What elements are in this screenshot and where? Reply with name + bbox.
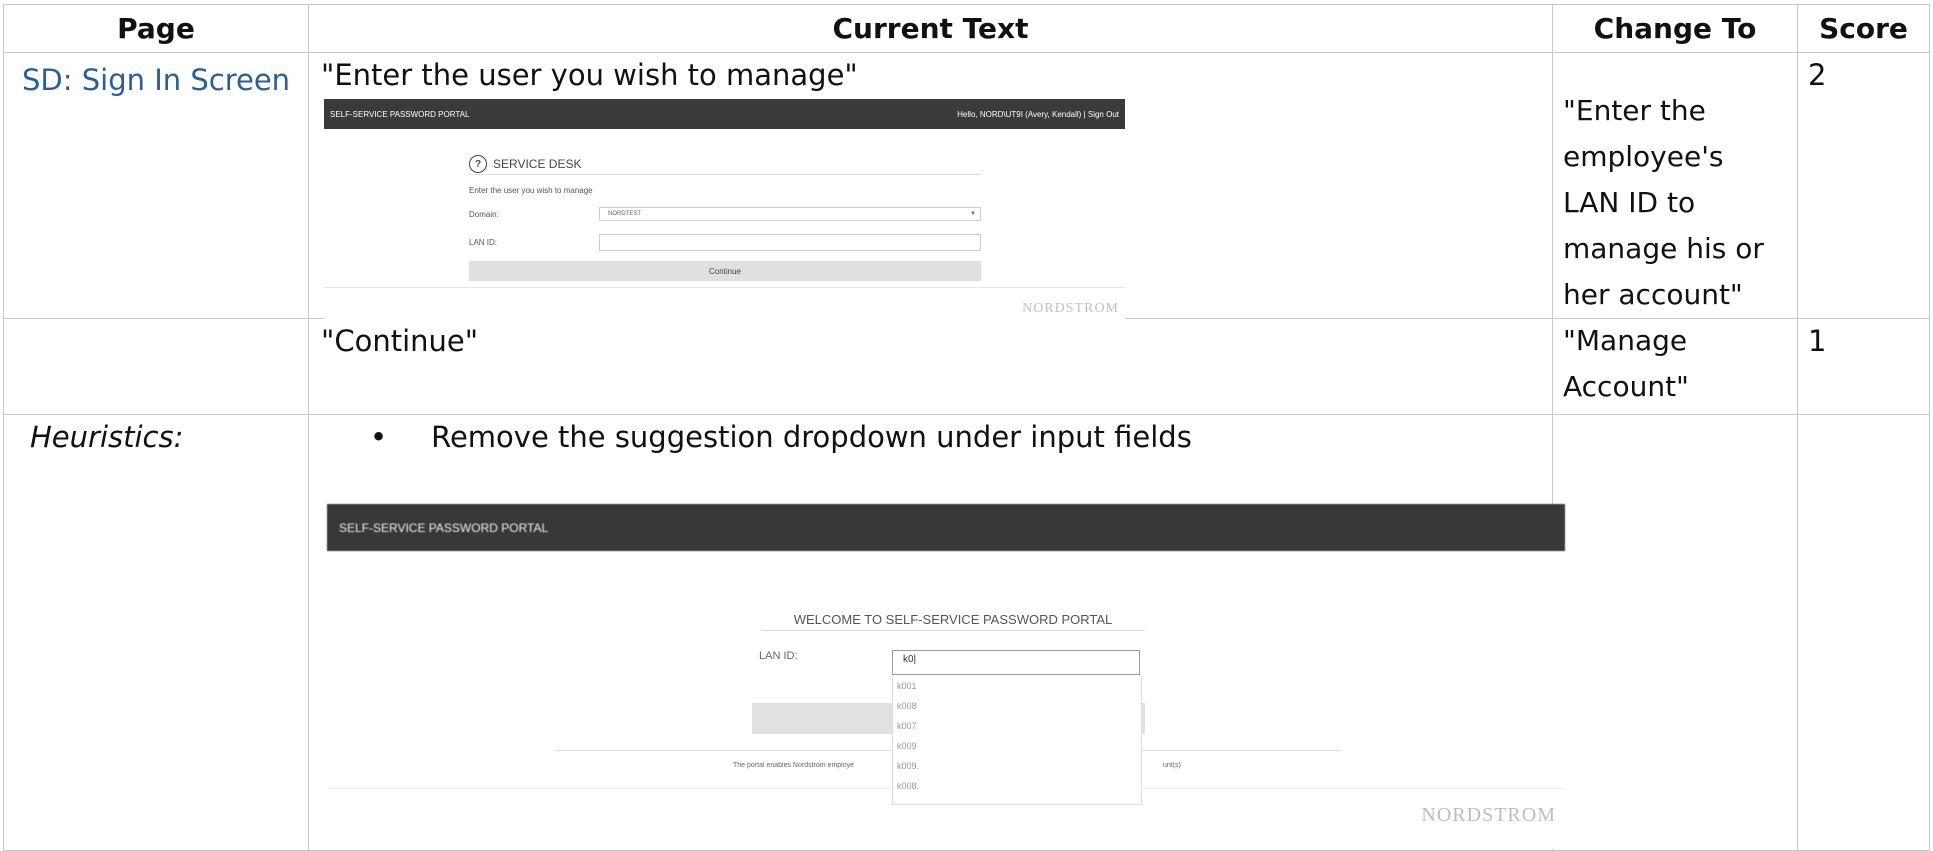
heuristics-label: Heuristics:	[30, 420, 184, 454]
continue-button: Continue	[469, 261, 981, 281]
welcome-heading: WELCOME TO SELF-SERVICE PASSWORD PORTAL	[761, 612, 1145, 631]
suggestion-item: k008.	[897, 781, 920, 791]
nordstrom-logo: NORDSTROM	[1421, 804, 1556, 826]
footer-divider	[324, 287, 1125, 288]
bullet-dot: •	[370, 420, 388, 454]
heuristic-bullet: • Remove the suggestion dropdown under i…	[370, 420, 1192, 454]
header-score: Score	[1797, 4, 1930, 53]
current-text: "Continue"	[321, 324, 479, 358]
header-row: Page Current Text Change To Score	[3, 4, 1930, 53]
page-cell-empty	[4, 319, 308, 329]
portal-header-bar: SELF-SERVICE PASSWORD PORTAL	[327, 504, 1565, 551]
score-value: 1	[1808, 324, 1827, 358]
change-to-text: "Manage Account"	[1563, 324, 1689, 403]
table-row: "Continue" "Manage Account" 1	[3, 318, 1930, 415]
domain-label: Domain:	[469, 210, 499, 219]
header-change-to: Change To	[1552, 4, 1798, 53]
portal-header-bar: SELF-SERVICE PASSWORD PORTAL Hello, NORD…	[324, 99, 1125, 129]
help-icon: ?	[469, 155, 487, 173]
lan-id-label: LAN ID:	[759, 650, 798, 662]
suggestion-dropdown: k001 k008 k007 k009 k009. k008.	[892, 676, 1142, 805]
header-current-text: Current Text	[308, 4, 1553, 53]
suggestion-item: k001	[897, 681, 917, 691]
chevron-down-icon: ▼	[970, 211, 976, 217]
domain-value: NORDTEST	[608, 211, 641, 217]
suggestion-item: k009	[897, 741, 917, 751]
domain-select: NORDTEST ▼	[599, 207, 981, 221]
nordstrom-logo: NORDSTROM	[1022, 301, 1119, 316]
manage-prompt: Enter the user you wish to manage	[469, 186, 593, 195]
change-to-text: "Enter the employee's LAN ID to manage h…	[1563, 94, 1764, 311]
portal-description: The portal enables Nordstrom employe	[733, 762, 855, 769]
user-greeting: Hello, NORD\UT9I (Avery, Kendall) | Sign…	[957, 109, 1119, 119]
current-text: "Enter the user you wish to manage"	[321, 58, 858, 92]
page-link-sd-sign-in[interactable]: SD: Sign In Screen	[4, 57, 308, 103]
portal-description-end: unt(s)	[1163, 762, 1181, 769]
lan-id-input: k0|	[892, 650, 1140, 675]
header-page: Page	[3, 4, 309, 53]
lan-id-input	[599, 234, 981, 251]
portal-title: SELF-SERVICE PASSWORD PORTAL	[330, 109, 470, 119]
suggestion-item: k008	[897, 701, 917, 711]
service-desk-heading: ? SERVICE DESK	[469, 154, 981, 175]
suggestion-item: k007	[897, 721, 917, 731]
suggestion-item: k009.	[897, 761, 920, 771]
lan-id-label: LAN ID:	[469, 238, 498, 247]
sign-in-screenshot: SELF-SERVICE PASSWORD PORTAL Hello, NORD…	[324, 99, 1125, 320]
heuristic-text: Remove the suggestion dropdown under inp…	[431, 420, 1192, 454]
score-value: 2	[1808, 58, 1827, 92]
suggestion-dropdown-screenshot: SELF-SERVICE PASSWORD PORTAL WELCOME TO …	[327, 504, 1565, 849]
service-desk-title: SERVICE DESK	[493, 157, 582, 171]
